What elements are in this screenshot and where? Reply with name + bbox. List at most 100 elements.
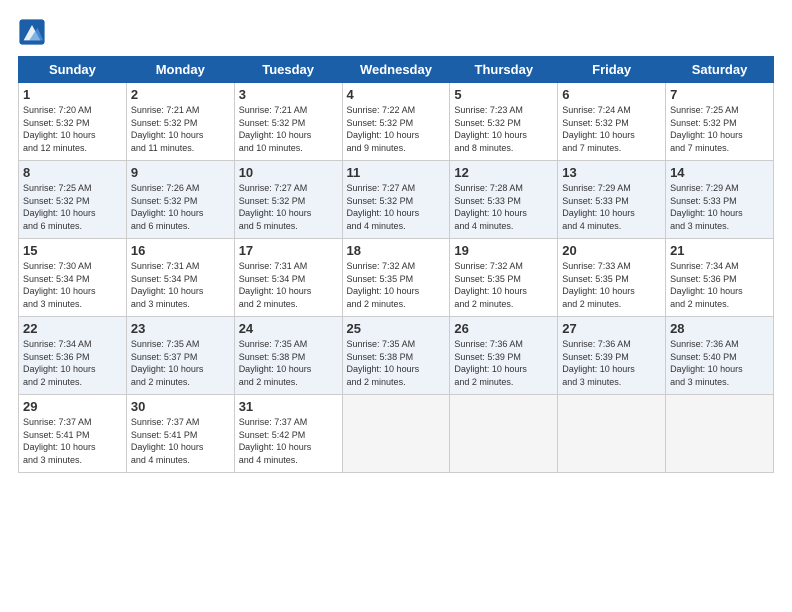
cell-info: Sunrise: 7:24 AM Sunset: 5:32 PM Dayligh… <box>562 104 661 154</box>
day-number: 31 <box>239 399 338 414</box>
calendar-cell: 16 Sunrise: 7:31 AM Sunset: 5:34 PM Dayli… <box>126 239 234 317</box>
calendar-cell: 13 Sunrise: 7:29 AM Sunset: 5:33 PM Dayli… <box>558 161 666 239</box>
calendar-cell <box>342 395 450 473</box>
cell-info: Sunrise: 7:36 AM Sunset: 5:40 PM Dayligh… <box>670 338 769 388</box>
cell-info: Sunrise: 7:37 AM Sunset: 5:41 PM Dayligh… <box>131 416 230 466</box>
calendar-cell: 18 Sunrise: 7:32 AM Sunset: 5:35 PM Dayli… <box>342 239 450 317</box>
cell-info: Sunrise: 7:28 AM Sunset: 5:33 PM Dayligh… <box>454 182 553 232</box>
calendar-cell: 5 Sunrise: 7:23 AM Sunset: 5:32 PM Daylig… <box>450 83 558 161</box>
calendar-cell: 8 Sunrise: 7:25 AM Sunset: 5:32 PM Daylig… <box>19 161 127 239</box>
cell-info: Sunrise: 7:37 AM Sunset: 5:41 PM Dayligh… <box>23 416 122 466</box>
calendar-week-5: 29 Sunrise: 7:37 AM Sunset: 5:41 PM Dayli… <box>19 395 774 473</box>
weekday-header-tuesday: Tuesday <box>234 57 342 83</box>
calendar-cell: 26 Sunrise: 7:36 AM Sunset: 5:39 PM Dayli… <box>450 317 558 395</box>
cell-info: Sunrise: 7:26 AM Sunset: 5:32 PM Dayligh… <box>131 182 230 232</box>
day-number: 29 <box>23 399 122 414</box>
day-number: 12 <box>454 165 553 180</box>
weekday-header-thursday: Thursday <box>450 57 558 83</box>
calendar-cell: 9 Sunrise: 7:26 AM Sunset: 5:32 PM Daylig… <box>126 161 234 239</box>
cell-info: Sunrise: 7:33 AM Sunset: 5:35 PM Dayligh… <box>562 260 661 310</box>
calendar-cell: 20Sunrise: 7:33 AM Sunset: 5:35 PM Dayli… <box>558 239 666 317</box>
calendar-week-3: 15Sunrise: 7:30 AM Sunset: 5:34 PM Dayli… <box>19 239 774 317</box>
cell-info: Sunrise: 7:23 AM Sunset: 5:32 PM Dayligh… <box>454 104 553 154</box>
day-number: 17 <box>239 243 338 258</box>
calendar-cell: 6 Sunrise: 7:24 AM Sunset: 5:32 PM Daylig… <box>558 83 666 161</box>
weekday-header-monday: Monday <box>126 57 234 83</box>
day-number: 14 <box>670 165 769 180</box>
calendar-cell: 30 Sunrise: 7:37 AM Sunset: 5:41 PM Dayli… <box>126 395 234 473</box>
day-number: 10 <box>239 165 338 180</box>
day-number: 18 <box>347 243 446 258</box>
calendar-cell: 1 Sunrise: 7:20 AM Sunset: 5:32 PM Daylig… <box>19 83 127 161</box>
calendar-cell: 10 Sunrise: 7:27 AM Sunset: 5:32 PM Dayli… <box>234 161 342 239</box>
day-number: 16 <box>131 243 230 258</box>
day-number: 30 <box>131 399 230 414</box>
day-number: 5 <box>454 87 553 102</box>
logo-icon <box>18 18 46 46</box>
cell-info: Sunrise: 7:25 AM Sunset: 5:32 PM Dayligh… <box>23 182 122 232</box>
cell-info: Sunrise: 7:32 AM Sunset: 5:35 PM Dayligh… <box>347 260 446 310</box>
day-number: 1 <box>23 87 122 102</box>
day-number: 21 <box>670 243 769 258</box>
cell-info: Sunrise: 7:31 AM Sunset: 5:34 PM Dayligh… <box>131 260 230 310</box>
cell-info: Sunrise: 7:36 AM Sunset: 5:39 PM Dayligh… <box>562 338 661 388</box>
cell-info: Sunrise: 7:35 AM Sunset: 5:38 PM Dayligh… <box>239 338 338 388</box>
weekday-header-sunday: Sunday <box>19 57 127 83</box>
weekday-header-saturday: Saturday <box>666 57 774 83</box>
day-number: 4 <box>347 87 446 102</box>
calendar-cell: 22Sunrise: 7:34 AM Sunset: 5:36 PM Dayli… <box>19 317 127 395</box>
day-number: 19 <box>454 243 553 258</box>
calendar-cell: 31 Sunrise: 7:37 AM Sunset: 5:42 PM Dayli… <box>234 395 342 473</box>
calendar-table: SundayMondayTuesdayWednesdayThursdayFrid… <box>18 56 774 473</box>
cell-info: Sunrise: 7:27 AM Sunset: 5:32 PM Dayligh… <box>239 182 338 232</box>
weekday-header-friday: Friday <box>558 57 666 83</box>
cell-info: Sunrise: 7:35 AM Sunset: 5:38 PM Dayligh… <box>347 338 446 388</box>
cell-info: Sunrise: 7:37 AM Sunset: 5:42 PM Dayligh… <box>239 416 338 466</box>
cell-info: Sunrise: 7:29 AM Sunset: 5:33 PM Dayligh… <box>670 182 769 232</box>
calendar-cell: 29 Sunrise: 7:37 AM Sunset: 5:41 PM Dayli… <box>19 395 127 473</box>
cell-info: Sunrise: 7:20 AM Sunset: 5:32 PM Dayligh… <box>23 104 122 154</box>
calendar-cell: 11Sunrise: 7:27 AM Sunset: 5:32 PM Dayli… <box>342 161 450 239</box>
day-number: 27 <box>562 321 661 336</box>
cell-info: Sunrise: 7:25 AM Sunset: 5:32 PM Dayligh… <box>670 104 769 154</box>
day-number: 13 <box>562 165 661 180</box>
page-container: SundayMondayTuesdayWednesdayThursdayFrid… <box>0 0 792 483</box>
cell-info: Sunrise: 7:22 AM Sunset: 5:32 PM Dayligh… <box>347 104 446 154</box>
cell-info: Sunrise: 7:34 AM Sunset: 5:36 PM Dayligh… <box>670 260 769 310</box>
calendar-cell: 12 Sunrise: 7:28 AM Sunset: 5:33 PM Dayli… <box>450 161 558 239</box>
cell-info: Sunrise: 7:32 AM Sunset: 5:35 PM Dayligh… <box>454 260 553 310</box>
day-number: 8 <box>23 165 122 180</box>
cell-info: Sunrise: 7:31 AM Sunset: 5:34 PM Dayligh… <box>239 260 338 310</box>
day-number: 9 <box>131 165 230 180</box>
calendar-cell: 3Sunrise: 7:21 AM Sunset: 5:32 PM Daylig… <box>234 83 342 161</box>
day-number: 2 <box>131 87 230 102</box>
cell-info: Sunrise: 7:30 AM Sunset: 5:34 PM Dayligh… <box>23 260 122 310</box>
calendar-cell: 2 Sunrise: 7:21 AM Sunset: 5:32 PM Daylig… <box>126 83 234 161</box>
calendar-cell <box>450 395 558 473</box>
day-number: 25 <box>347 321 446 336</box>
calendar-cell: 4 Sunrise: 7:22 AM Sunset: 5:32 PM Daylig… <box>342 83 450 161</box>
calendar-cell: 7 Sunrise: 7:25 AM Sunset: 5:32 PM Daylig… <box>666 83 774 161</box>
header <box>18 18 774 46</box>
calendar-cell: 15Sunrise: 7:30 AM Sunset: 5:34 PM Dayli… <box>19 239 127 317</box>
calendar-cell: 27 Sunrise: 7:36 AM Sunset: 5:39 PM Dayli… <box>558 317 666 395</box>
cell-info: Sunrise: 7:21 AM Sunset: 5:32 PM Dayligh… <box>239 104 338 154</box>
calendar-cell: 28Sunrise: 7:36 AM Sunset: 5:40 PM Dayli… <box>666 317 774 395</box>
calendar-week-1: 1 Sunrise: 7:20 AM Sunset: 5:32 PM Daylig… <box>19 83 774 161</box>
day-number: 6 <box>562 87 661 102</box>
calendar-body: 1 Sunrise: 7:20 AM Sunset: 5:32 PM Daylig… <box>19 83 774 473</box>
day-number: 26 <box>454 321 553 336</box>
calendar-cell: 19 Sunrise: 7:32 AM Sunset: 5:35 PM Dayli… <box>450 239 558 317</box>
cell-info: Sunrise: 7:36 AM Sunset: 5:39 PM Dayligh… <box>454 338 553 388</box>
cell-info: Sunrise: 7:29 AM Sunset: 5:33 PM Dayligh… <box>562 182 661 232</box>
calendar-cell: 25 Sunrise: 7:35 AM Sunset: 5:38 PM Dayli… <box>342 317 450 395</box>
cell-info: Sunrise: 7:35 AM Sunset: 5:37 PM Dayligh… <box>131 338 230 388</box>
day-number: 22 <box>23 321 122 336</box>
calendar-cell: 23Sunrise: 7:35 AM Sunset: 5:37 PM Dayli… <box>126 317 234 395</box>
weekday-header-row: SundayMondayTuesdayWednesdayThursdayFrid… <box>19 57 774 83</box>
logo <box>18 18 50 46</box>
day-number: 7 <box>670 87 769 102</box>
cell-info: Sunrise: 7:21 AM Sunset: 5:32 PM Dayligh… <box>131 104 230 154</box>
calendar-cell <box>666 395 774 473</box>
day-number: 24 <box>239 321 338 336</box>
